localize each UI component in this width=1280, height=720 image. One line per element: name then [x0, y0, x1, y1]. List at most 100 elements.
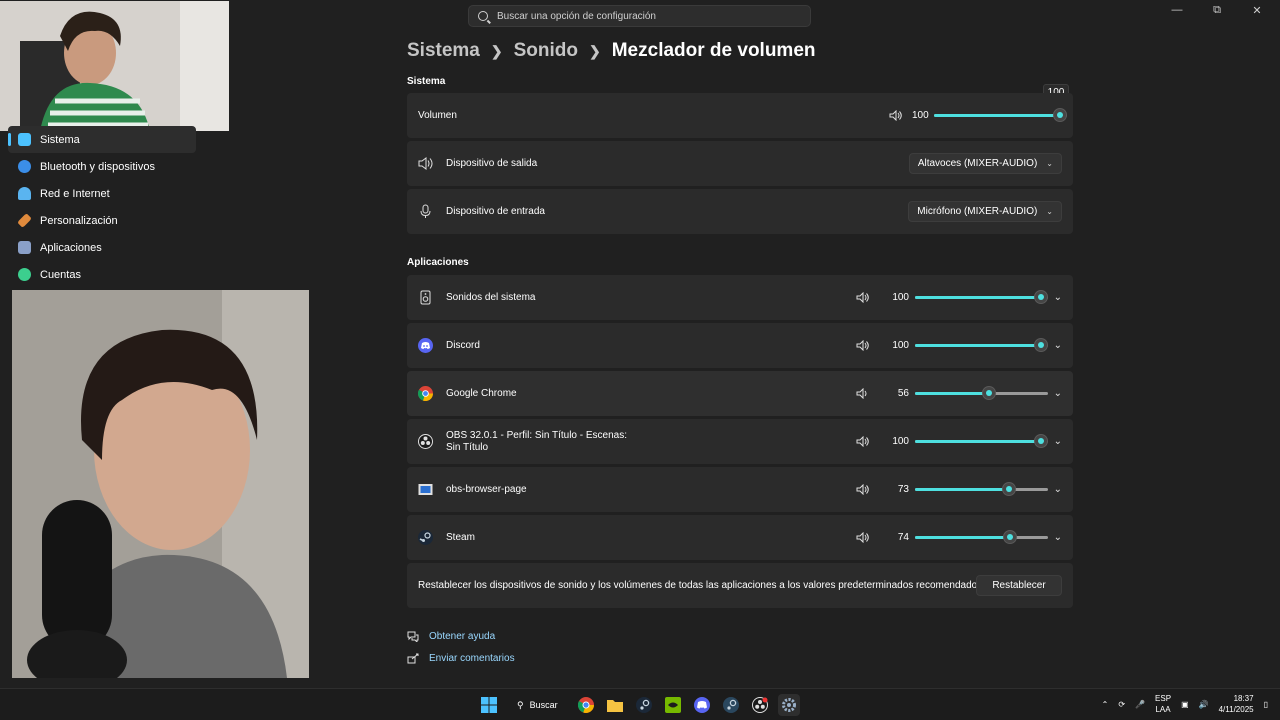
slider-thumb[interactable]	[1001, 482, 1016, 496]
language-code: ESP	[1155, 694, 1172, 703]
chevron-down-icon: ⌄	[1046, 207, 1053, 216]
speaker-icon[interactable]	[856, 387, 869, 399]
slider-thumb[interactable]	[981, 386, 996, 400]
output-device-card: Dispositivo de salida Altavoces (MIXER-A…	[407, 141, 1073, 186]
app-volume-value: 100	[892, 435, 909, 447]
sidebar-item-personalization[interactable]: Personalización	[0, 207, 200, 234]
slider-thumb[interactable]	[1053, 108, 1067, 122]
breadcrumb: Sistema ❯ Sonido ❯ Mezclador de volumen	[407, 40, 816, 62]
app-volume-value: 56	[897, 387, 909, 399]
chrome-icon	[418, 386, 433, 401]
search-icon: ⚲	[517, 699, 524, 710]
app-row-chrome: Google Chrome 56 ⌄	[407, 371, 1073, 416]
chrome-icon[interactable]	[575, 694, 597, 716]
speaker-icon[interactable]	[856, 291, 869, 303]
sidebar-item-label: Personalización	[40, 214, 118, 227]
keyboard-layout: LAA	[1155, 705, 1171, 714]
master-volume-slider[interactable]	[934, 108, 1067, 122]
speaker-icon[interactable]	[856, 435, 869, 447]
network-icon[interactable]: ▣	[1181, 700, 1189, 709]
notification-icon[interactable]: ▯	[1264, 700, 1268, 709]
browser-page-icon	[418, 484, 433, 495]
page-title: Mezclador de volumen	[611, 40, 816, 61]
microphone-icon	[420, 204, 431, 218]
breadcrumb-sonido[interactable]: Sonido	[514, 40, 578, 62]
chevron-down-icon[interactable]: ⌄	[1054, 340, 1062, 351]
steam-icon	[418, 530, 433, 545]
chevron-down-icon[interactable]: ⌄	[1054, 388, 1062, 399]
app-volume-slider[interactable]	[915, 434, 1048, 448]
volume-icon[interactable]: 🔊	[1199, 700, 1209, 709]
slider-thumb[interactable]	[1034, 290, 1048, 304]
slider-thumb[interactable]	[1034, 434, 1048, 448]
webcam-overlay-top	[0, 1, 229, 131]
system-tray: ⌃ ⟳ 🎤 ESP LAA ▣ 🔊 18:37 4/11/2025 ▯	[1102, 693, 1268, 715]
search-input[interactable]: Buscar una opción de configuración	[468, 5, 811, 27]
obs-icon	[418, 434, 433, 449]
input-device-label: Dispositivo de entrada	[446, 206, 545, 217]
chevron-up-icon[interactable]: ⌃	[1102, 700, 1109, 709]
speaker-icon[interactable]	[856, 483, 869, 495]
speaker-icon[interactable]	[856, 339, 869, 351]
chevron-down-icon[interactable]: ⌄	[1054, 292, 1062, 303]
steam-icon[interactable]	[633, 694, 655, 716]
feedback-link[interactable]: Enviar comentarios	[407, 653, 515, 664]
app-label: Steam	[446, 532, 475, 543]
slider-thumb[interactable]	[1034, 338, 1048, 352]
clock[interactable]: 18:37 4/11/2025	[1219, 693, 1254, 715]
reset-button[interactable]: Restablecer	[976, 575, 1062, 596]
help-icon	[407, 631, 419, 642]
settings-gear-icon[interactable]	[777, 694, 800, 716]
file-explorer-icon[interactable]	[604, 694, 626, 716]
app-volume-value: 73	[897, 483, 909, 495]
app-row-steam: Steam 74 ⌄	[407, 515, 1073, 560]
wifi-icon	[18, 187, 31, 200]
app-volume-slider[interactable]	[915, 386, 1048, 400]
breadcrumb-sistema[interactable]: Sistema	[407, 40, 480, 62]
section-title-sistema: Sistema	[407, 76, 446, 87]
discord-icon	[418, 338, 433, 353]
reset-description: Restablecer los dispositivos de sonido y…	[418, 580, 983, 591]
apps-icon	[18, 241, 31, 254]
app-volume-slider[interactable]	[915, 530, 1048, 544]
taskbar-search[interactable]: ⚲ Buscar	[507, 694, 568, 716]
obs-icon[interactable]	[749, 694, 771, 716]
chevron-down-icon[interactable]: ⌄	[1054, 436, 1062, 447]
sidebar-item-accounts[interactable]: Cuentas	[0, 261, 200, 288]
account-icon	[18, 268, 31, 281]
windows-start-icon[interactable]	[478, 694, 500, 716]
input-device-dropdown[interactable]: Micrófono (MIXER-AUDIO) ⌄	[908, 201, 1062, 222]
sidebar-item-bluetooth[interactable]: Bluetooth y dispositivos	[0, 153, 200, 180]
app-row-obs: OBS 32.0.1 - Perfil: Sin Título - Escena…	[407, 419, 1073, 464]
slider-thumb[interactable]	[1003, 530, 1018, 544]
input-device-card: Dispositivo de entrada Micrófono (MIXER-…	[407, 189, 1073, 234]
app-row-obs-browser: obs-browser-page 73 ⌄	[407, 467, 1073, 512]
close-button[interactable]: ✕	[1250, 4, 1264, 17]
sync-icon[interactable]: ⟳	[1118, 700, 1125, 709]
app-volume-slider[interactable]	[915, 338, 1048, 352]
microphone-icon[interactable]: 🎤	[1135, 700, 1145, 709]
search-placeholder: Buscar una opción de configuración	[497, 10, 656, 22]
maximize-button[interactable]: ⧉	[1210, 4, 1224, 17]
language-indicator[interactable]: ESP LAA	[1155, 693, 1171, 715]
app-volume-slider[interactable]	[915, 290, 1048, 304]
discord-icon[interactable]	[691, 694, 713, 716]
output-device-dropdown[interactable]: Altavoces (MIXER-AUDIO) ⌄	[908, 153, 1062, 174]
speaker-icon[interactable]	[856, 531, 869, 543]
clock-date: 4/11/2025	[1218, 705, 1254, 714]
sidebar-item-sistema[interactable]: Sistema	[8, 126, 196, 153]
app-volume-slider[interactable]	[915, 482, 1048, 496]
steam-icon[interactable]	[720, 694, 742, 716]
sidebar-item-label: Cuentas	[40, 268, 81, 281]
minimize-button[interactable]: —	[1170, 4, 1184, 17]
sidebar-item-network[interactable]: Red e Internet	[0, 180, 200, 207]
chevron-down-icon[interactable]: ⌄	[1054, 484, 1062, 495]
master-volume-card: Volumen 100	[407, 93, 1073, 138]
chevron-down-icon[interactable]: ⌄	[1054, 532, 1062, 543]
window-controls: — ⧉ ✕	[1170, 4, 1264, 17]
nvidia-icon[interactable]	[662, 694, 684, 716]
app-row-system-sounds: Sonidos del sistema 100 ⌄	[407, 275, 1073, 320]
help-link[interactable]: Obtener ayuda	[407, 631, 495, 642]
sidebar-item-apps[interactable]: Aplicaciones	[0, 234, 200, 261]
speaker-icon[interactable]	[889, 109, 902, 121]
